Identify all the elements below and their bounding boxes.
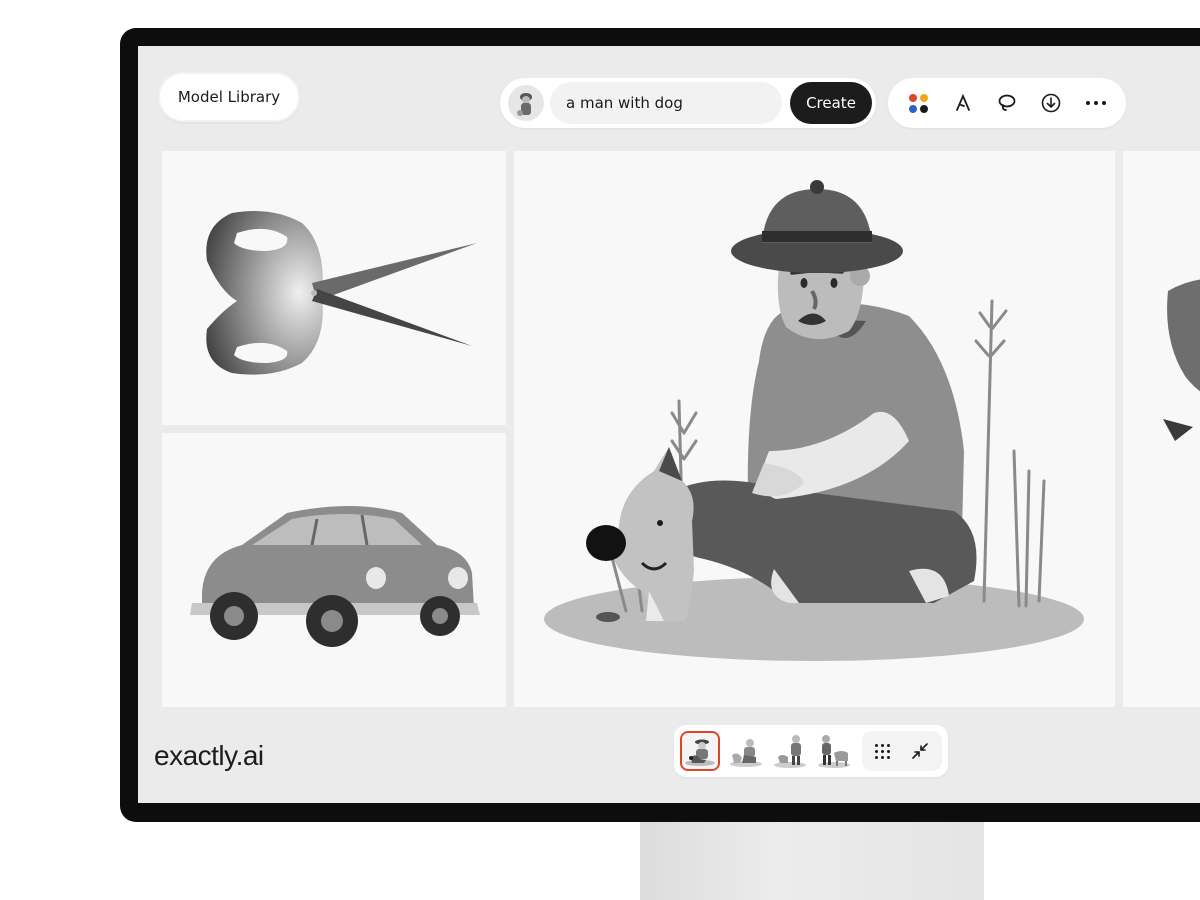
gallery-item-car[interactable] [162,433,506,707]
variations-bar [674,725,948,777]
app-screen: Model Library Create [138,46,1200,803]
gallery-item-scissors[interactable] [162,151,506,425]
collapse-icon[interactable] [904,735,936,767]
create-button[interactable]: Create [790,82,872,124]
bird-illustration [1163,279,1200,441]
style-avatar[interactable] [508,85,544,121]
variation-thumb-4[interactable] [814,731,854,771]
scissors-illustration [206,210,477,375]
monitor-stand [640,818,984,900]
car-illustration [190,506,480,647]
more-icon[interactable] [1079,86,1113,120]
variation-thumb-1[interactable] [680,731,720,771]
brush-icon[interactable] [946,86,980,120]
gallery-item-bird[interactable] [1123,151,1200,707]
lasso-icon[interactable] [990,86,1024,120]
tools-bar [888,78,1126,128]
model-library-button[interactable]: Model Library [158,72,300,122]
variation-thumb-2[interactable] [726,731,766,771]
palette-icon[interactable] [901,86,935,120]
brand-logo: exactly.ai [154,740,264,771]
man-with-dog-illustration [544,180,1084,661]
prompt-input[interactable] [550,82,782,124]
model-library-label: Model Library [177,88,281,106]
variation-thumb-3[interactable] [770,731,810,771]
variation-tools [862,731,942,771]
download-icon[interactable] [1034,86,1068,120]
grid-icon[interactable] [866,735,898,767]
prompt-bar: Create [500,78,876,128]
gallery-item-man-with-dog[interactable] [514,151,1115,707]
